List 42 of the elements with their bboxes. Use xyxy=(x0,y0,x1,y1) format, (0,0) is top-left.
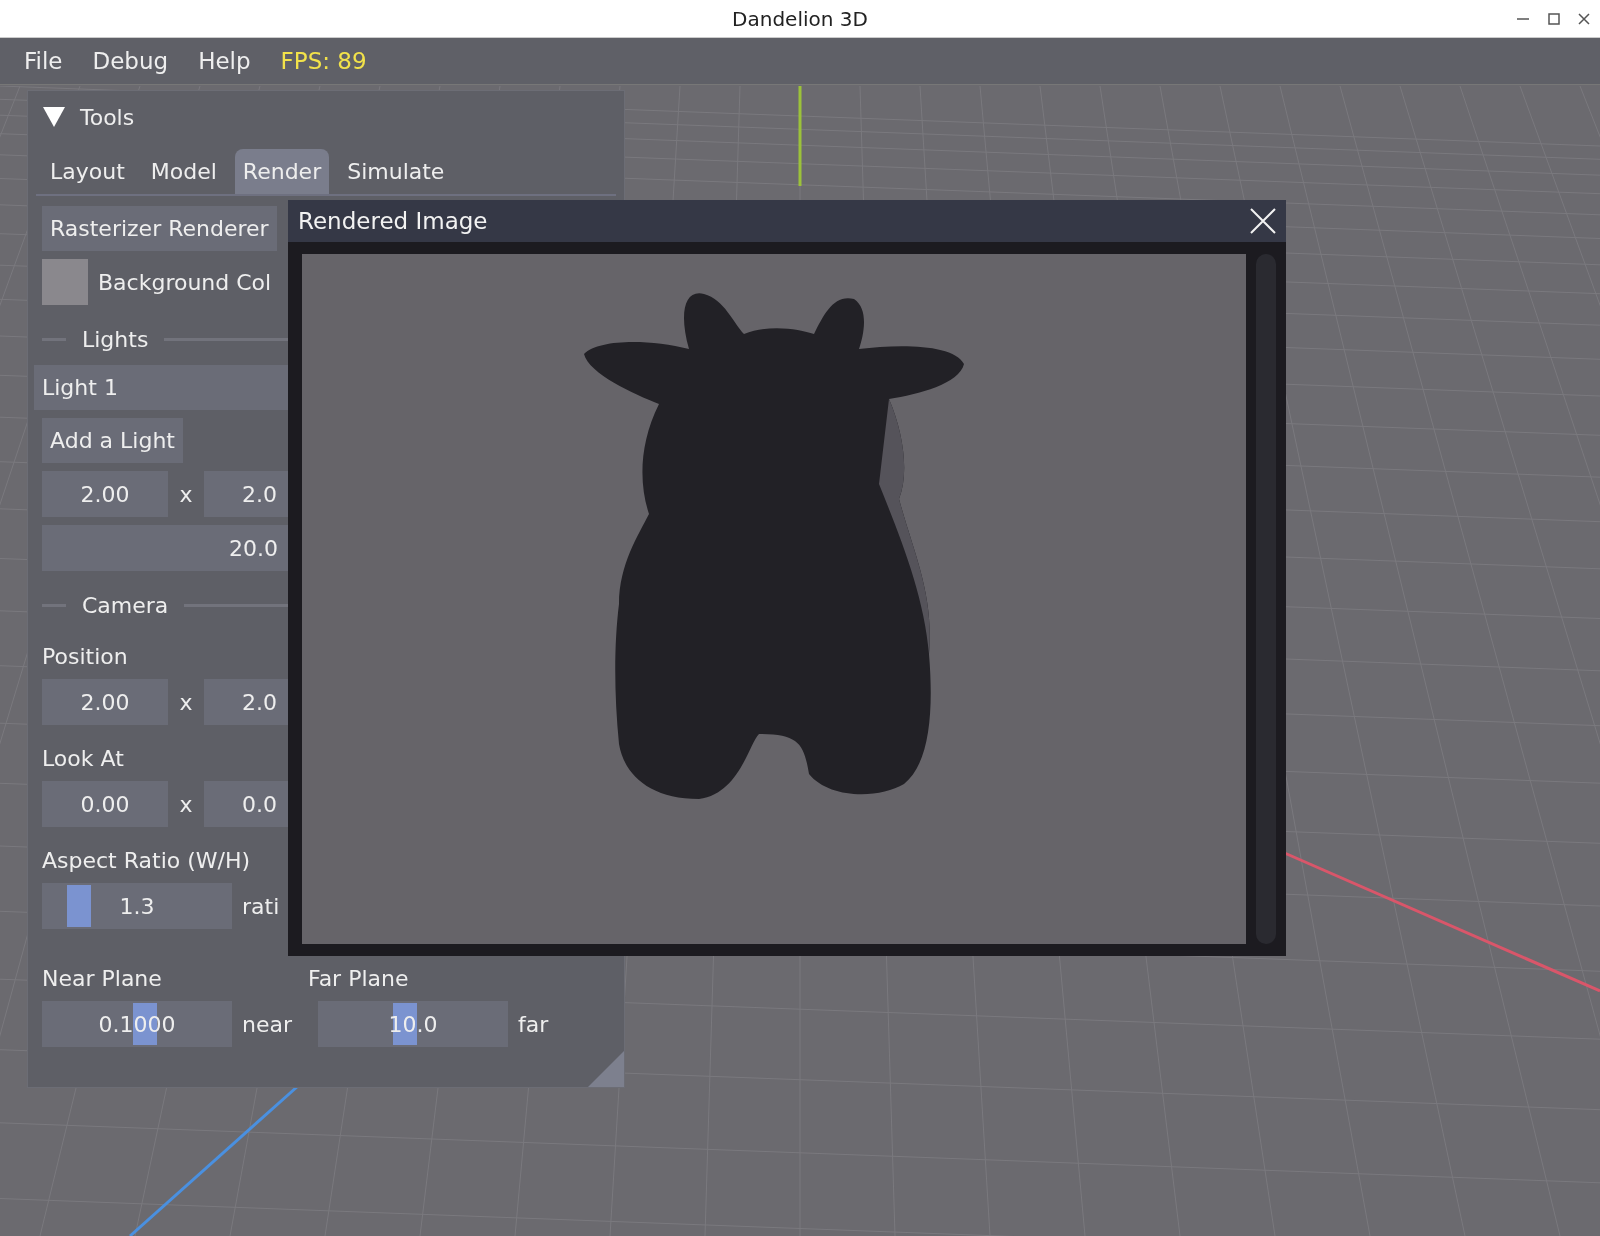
menu-item[interactable]: Help xyxy=(198,43,251,79)
collapse-triangle-icon[interactable] xyxy=(42,106,66,128)
field-label: Near Plane xyxy=(42,965,163,993)
field-label: Far Plane xyxy=(308,965,410,993)
number-field[interactable]: 2.00 xyxy=(42,471,168,517)
menu-item[interactable]: Debug xyxy=(92,43,169,79)
number-field[interactable]: 20.0 xyxy=(42,525,288,571)
list-header[interactable]: Light 1 xyxy=(34,365,288,410)
color-label: Background Col xyxy=(98,268,272,297)
field-label: Look At xyxy=(42,745,125,773)
axis-separator: x xyxy=(178,480,194,509)
number-field[interactable]: 0.00 xyxy=(42,781,168,827)
tab[interactable]: Render xyxy=(234,149,330,194)
slider-label: near xyxy=(242,1010,292,1039)
slider[interactable]: 1.3 xyxy=(42,883,232,929)
axis-separator: x xyxy=(178,790,194,819)
number-field[interactable]: 2.0 xyxy=(204,679,288,725)
slider-label: far xyxy=(518,1010,549,1039)
tab[interactable]: Model xyxy=(142,149,225,194)
slider-label: rati xyxy=(242,892,280,921)
window-title: Rendered Image xyxy=(298,206,488,236)
section-heading: Camera xyxy=(82,591,169,620)
number-field[interactable]: 0.0 xyxy=(204,781,288,827)
button[interactable]: Rasterizer Renderer xyxy=(42,206,277,251)
menu-item[interactable]: File xyxy=(24,43,63,79)
field-label: Position xyxy=(42,643,129,671)
panel-title: Tools xyxy=(80,103,135,132)
button[interactable]: Add a Light xyxy=(42,418,183,463)
number-field[interactable]: 2.00 xyxy=(42,679,168,725)
slider-thumb[interactable] xyxy=(66,885,91,927)
window-title: Dandelion 3D xyxy=(732,5,868,33)
maximize-icon[interactable] xyxy=(1548,13,1560,25)
color-swatch[interactable] xyxy=(42,259,88,305)
tab[interactable]: Layout xyxy=(42,149,133,194)
axis-separator: x xyxy=(178,688,194,717)
resize-grip-icon[interactable] xyxy=(588,1051,624,1087)
section-heading: Lights xyxy=(82,325,149,354)
tab[interactable]: Simulate xyxy=(339,149,453,194)
fps-counter: FPS: 89 xyxy=(280,46,367,76)
field-label: Aspect Ratio (W/H) xyxy=(42,847,252,875)
number-field[interactable]: 2.0 xyxy=(204,471,288,517)
close-icon[interactable] xyxy=(1578,13,1590,25)
